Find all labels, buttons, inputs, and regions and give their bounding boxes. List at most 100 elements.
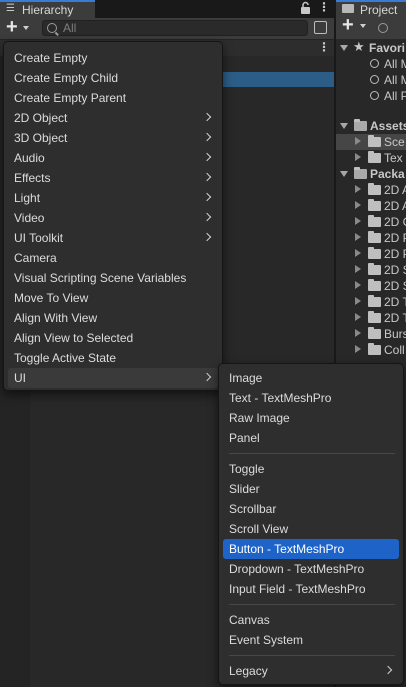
menu-item-camera[interactable]: Camera bbox=[8, 248, 218, 268]
menu-item-label: Button - TextMeshPro bbox=[229, 542, 345, 556]
project-tree-item[interactable]: Coll bbox=[336, 342, 406, 358]
menu-item-raw-image[interactable]: Raw Image bbox=[223, 408, 399, 428]
project-tree-item[interactable]: Assets bbox=[336, 118, 406, 134]
lock-icon[interactable] bbox=[300, 1, 311, 14]
project-tree-label: 2D P bbox=[384, 231, 406, 245]
menu-item-input-field-textmeshpro[interactable]: Input Field - TextMeshPro bbox=[223, 579, 399, 599]
menu-item-3d-object[interactable]: 3D Object bbox=[8, 128, 218, 148]
project-tree-label: Burs bbox=[384, 327, 406, 341]
menu-item-label: Audio bbox=[14, 151, 45, 165]
menu-item-label: Scroll View bbox=[229, 522, 289, 536]
project-tree-item[interactable]: All M bbox=[336, 56, 406, 72]
menu-item-visual-scripting-scene-variables[interactable]: Visual Scripting Scene Variables bbox=[8, 268, 218, 288]
project-tree-item[interactable]: 2D T bbox=[336, 310, 406, 326]
project-tree-label: 2D A bbox=[384, 183, 406, 197]
project-tree-item[interactable]: 2D S bbox=[336, 278, 406, 294]
menu-item-move-to-view[interactable]: Move To View bbox=[8, 288, 218, 308]
hierarchy-search-input[interactable]: All bbox=[42, 20, 308, 36]
project-tree-label: All M bbox=[384, 57, 406, 71]
menu-item-text-textmeshpro[interactable]: Text - TextMeshPro bbox=[223, 388, 399, 408]
menu-item-label: Camera bbox=[14, 251, 57, 265]
project-tree-item[interactable]: 2D P bbox=[336, 246, 406, 262]
menu-item-align-view-to-selected[interactable]: Align View to Selected bbox=[8, 328, 218, 348]
collapse-arrow-icon[interactable] bbox=[355, 201, 361, 209]
menu-item-event-system[interactable]: Event System bbox=[223, 630, 399, 650]
menu-item-effects[interactable]: Effects bbox=[8, 168, 218, 188]
menu-item-button-textmeshpro[interactable]: Button - TextMeshPro bbox=[223, 539, 399, 559]
menu-item-ui[interactable]: UI bbox=[8, 368, 218, 388]
project-tree-label: Assets bbox=[370, 119, 406, 133]
menu-item-2d-object[interactable]: 2D Object bbox=[8, 108, 218, 128]
scene-options-icon[interactable]: ⋮ bbox=[318, 40, 330, 54]
menu-item-label: Create Empty Child bbox=[14, 71, 119, 85]
search-icon[interactable] bbox=[378, 23, 388, 33]
project-tree-item[interactable]: ★ Favori bbox=[336, 39, 406, 56]
menu-item-canvas[interactable]: Canvas bbox=[223, 610, 399, 630]
menu-item-scroll-view[interactable]: Scroll View bbox=[223, 519, 399, 539]
menu-item-label: 2D Object bbox=[14, 111, 68, 125]
star-icon: ★ bbox=[353, 39, 365, 54]
plus-icon: + bbox=[6, 16, 18, 38]
project-tree-item[interactable]: 2D A bbox=[336, 198, 406, 214]
menu-item-label: UI Toolkit bbox=[14, 231, 64, 245]
menu-item-slider[interactable]: Slider bbox=[223, 479, 399, 499]
project-tree-item[interactable]: All P bbox=[336, 88, 406, 104]
create-button[interactable]: + bbox=[4, 16, 34, 38]
scene-visibility-icon[interactable] bbox=[314, 21, 327, 34]
menu-item-create-empty-parent[interactable]: Create Empty Parent bbox=[8, 88, 218, 108]
project-tree-item[interactable]: Sce bbox=[336, 134, 406, 150]
menu-item-legacy[interactable]: Legacy bbox=[223, 661, 399, 681]
project-tree-item[interactable]: 2D T bbox=[336, 294, 406, 310]
more-options-icon[interactable]: ⋮ bbox=[318, 0, 330, 14]
menu-item-create-empty-child[interactable]: Create Empty Child bbox=[8, 68, 218, 88]
unity-editor: ☰ Hierarchy ⋮ + All ⋮ Project + ★ Favori… bbox=[0, 0, 406, 687]
menu-item-light[interactable]: Light bbox=[8, 188, 218, 208]
project-tree-item[interactable]: 2D P bbox=[336, 230, 406, 246]
collapse-arrow-icon[interactable] bbox=[355, 249, 361, 257]
menu-item-video[interactable]: Video bbox=[8, 208, 218, 228]
collapse-arrow-icon[interactable] bbox=[355, 313, 361, 321]
collapse-arrow-icon[interactable] bbox=[355, 233, 361, 241]
chevron-down-icon[interactable] bbox=[360, 24, 366, 28]
menu-item-scrollbar[interactable]: Scrollbar bbox=[223, 499, 399, 519]
project-tree-item[interactable]: 2D S bbox=[336, 262, 406, 278]
project-tree-item[interactable]: 2D A bbox=[336, 182, 406, 198]
plus-icon[interactable]: + bbox=[342, 14, 354, 37]
menu-item-ui-toolkit[interactable]: UI Toolkit bbox=[8, 228, 218, 248]
collapse-arrow-icon[interactable] bbox=[355, 329, 361, 337]
menu-item-image[interactable]: Image bbox=[223, 368, 399, 388]
folder-icon bbox=[368, 327, 381, 339]
menu-item-panel[interactable]: Panel bbox=[223, 428, 399, 448]
project-tree-item[interactable]: Packa bbox=[336, 166, 406, 182]
expand-arrow-icon[interactable] bbox=[340, 171, 348, 177]
project-tree-item[interactable]: All M bbox=[336, 72, 406, 88]
folder-icon bbox=[368, 295, 381, 307]
expand-arrow-icon[interactable] bbox=[340, 123, 348, 129]
project-tree-label: 2D T bbox=[384, 311, 406, 325]
menu-item-toggle-active-state[interactable]: Toggle Active State bbox=[8, 348, 218, 368]
collapse-arrow-icon[interactable] bbox=[355, 153, 361, 161]
menu-item-align-with-view[interactable]: Align With View bbox=[8, 308, 218, 328]
collapse-arrow-icon[interactable] bbox=[355, 185, 361, 193]
menu-item-dropdown-textmeshpro[interactable]: Dropdown - TextMeshPro bbox=[223, 559, 399, 579]
project-tree-item[interactable]: Burs bbox=[336, 326, 406, 342]
project-tree-label: 2D S bbox=[384, 279, 406, 293]
collapse-arrow-icon[interactable] bbox=[355, 297, 361, 305]
expand-arrow-icon[interactable] bbox=[340, 45, 348, 51]
menu-item-label: Create Empty Parent bbox=[14, 91, 127, 105]
menu-item-label: Align With View bbox=[14, 311, 98, 325]
collapse-arrow-icon[interactable] bbox=[355, 281, 361, 289]
project-tree-item[interactable]: Tex bbox=[336, 150, 406, 166]
menu-item-label: Text - TextMeshPro bbox=[229, 391, 332, 405]
folder-icon bbox=[342, 4, 354, 13]
project-tree-item[interactable]: 2D C bbox=[336, 214, 406, 230]
collapse-arrow-icon[interactable] bbox=[355, 217, 361, 225]
collapse-arrow-icon[interactable] bbox=[355, 265, 361, 273]
collapse-arrow-icon[interactable] bbox=[355, 345, 361, 353]
menu-item-audio[interactable]: Audio bbox=[8, 148, 218, 168]
menu-item-create-empty[interactable]: Create Empty bbox=[8, 48, 218, 68]
folder-icon bbox=[368, 247, 381, 259]
collapse-arrow-icon[interactable] bbox=[355, 137, 361, 145]
menu-item-toggle[interactable]: Toggle bbox=[223, 459, 399, 479]
selected-hierarchy-row[interactable] bbox=[210, 72, 334, 87]
